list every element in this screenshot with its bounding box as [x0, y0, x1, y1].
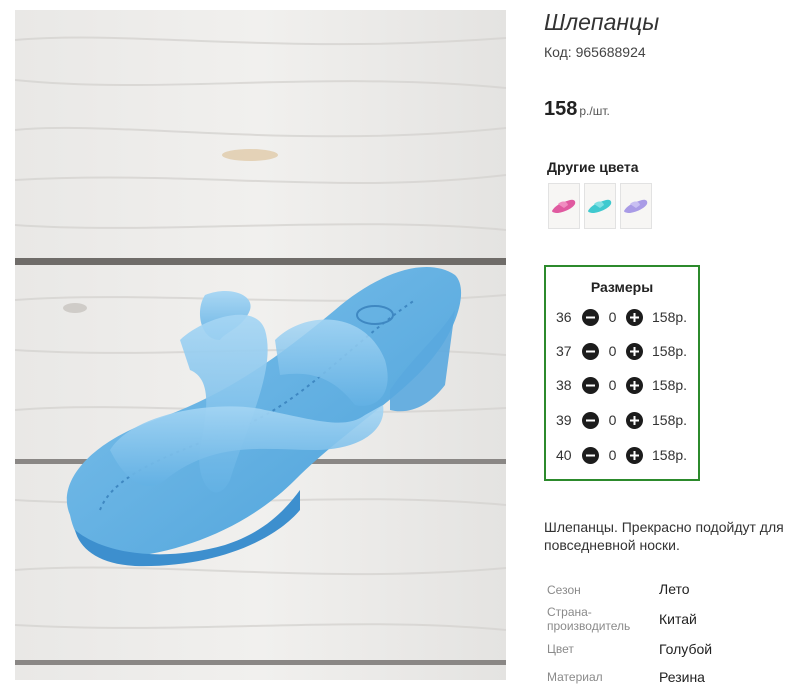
- size-price: 158р.: [652, 377, 688, 393]
- attr-label-country-line2: производитель: [547, 619, 631, 633]
- size-price: 158р.: [652, 447, 688, 463]
- attr-label-country-line1: Страна-: [547, 605, 592, 619]
- size-label: 37: [556, 343, 572, 359]
- minus-circle-icon[interactable]: [582, 342, 599, 360]
- attr-value-color: Голубой: [659, 641, 713, 657]
- pink-sandal-thumb: [552, 199, 576, 213]
- attr-label-material: Материал: [547, 670, 603, 684]
- price-unit: р./шт.: [579, 104, 610, 118]
- size-row: 39 0 158р.: [556, 410, 687, 430]
- product-code-value: 965688924: [575, 44, 646, 60]
- turquoise-sandal-thumb: [588, 199, 612, 213]
- sizes-panel: Размеры 36 0 158р. 37 0 158р. 38 0 158р. 39 0 158р.…: [544, 265, 700, 481]
- product-code: Код: 965688924: [544, 44, 646, 60]
- plus-circle-icon[interactable]: [626, 376, 643, 394]
- size-quantity[interactable]: 0: [599, 309, 626, 325]
- blue-wedge-sandal-photo: [15, 10, 506, 680]
- color-swatch-lilac[interactable]: [620, 183, 652, 229]
- color-swatch-turquoise[interactable]: [584, 183, 616, 229]
- sizes-title: Размеры: [590, 279, 654, 295]
- minus-circle-icon[interactable]: [582, 308, 599, 326]
- attr-value-material: Резина: [659, 669, 705, 685]
- other-colors-title: Другие цвета: [547, 159, 639, 175]
- product-title: Шлепанцы: [544, 9, 660, 35]
- minus-circle-icon[interactable]: [582, 376, 599, 394]
- size-price: 158р.: [652, 412, 688, 428]
- attr-label-season: Сезон: [547, 583, 581, 597]
- minus-circle-icon[interactable]: [582, 446, 599, 464]
- price-amount: 158: [544, 98, 578, 120]
- size-label: 39: [556, 412, 572, 428]
- size-quantity[interactable]: 0: [599, 377, 626, 393]
- size-label: 40: [556, 447, 572, 463]
- plus-circle-icon[interactable]: [626, 342, 643, 360]
- other-colors-list: [548, 183, 652, 229]
- product-code-label: Код:: [544, 44, 572, 60]
- size-quantity[interactable]: 0: [599, 343, 626, 359]
- product-price: 158 р./шт.: [544, 98, 610, 121]
- plus-circle-icon[interactable]: [626, 446, 643, 464]
- attr-label-color: Цвет: [547, 642, 574, 656]
- attr-value-season: Лето: [659, 581, 690, 597]
- minus-circle-icon[interactable]: [582, 411, 599, 429]
- size-quantity[interactable]: 0: [599, 447, 626, 463]
- lilac-sandal-thumb: [624, 199, 648, 213]
- size-price: 158р.: [652, 343, 688, 359]
- plus-circle-icon[interactable]: [626, 308, 643, 326]
- size-row: 37 0 158р.: [556, 341, 687, 361]
- size-quantity[interactable]: 0: [599, 412, 626, 428]
- size-row: 38 0 158р.: [556, 375, 687, 395]
- size-label: 36: [556, 309, 572, 325]
- color-swatch-pink[interactable]: [548, 183, 580, 229]
- product-description: Шлепанцы. Прекрасно подойдут для повседн…: [544, 519, 784, 553]
- size-row: 40 0 158р.: [556, 445, 687, 465]
- product-photo[interactable]: [15, 10, 506, 680]
- size-row: 36 0 158р.: [556, 307, 687, 327]
- attr-value-country: Китай: [659, 611, 697, 627]
- size-price: 158р.: [652, 309, 688, 325]
- size-label: 38: [556, 377, 572, 393]
- plus-circle-icon[interactable]: [626, 411, 643, 429]
